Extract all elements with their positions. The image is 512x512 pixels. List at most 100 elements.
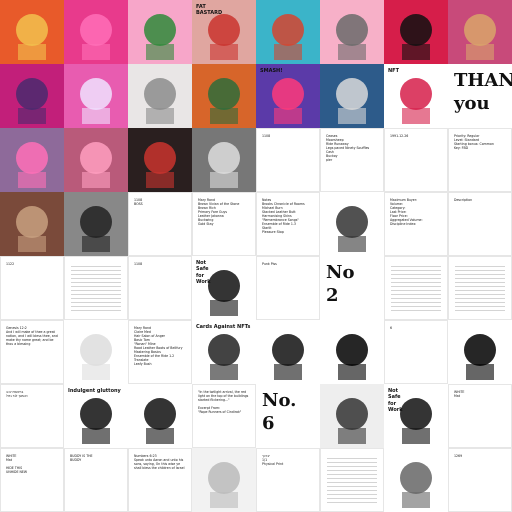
number-6-small-text: 6 [390, 326, 393, 330]
tile-pink-splash[interactable] [64, 0, 128, 64]
tile-pixel-grid-art[interactable]: Cards Against NFTs [192, 320, 256, 384]
tile-nft-heart-card[interactable]: NFT [384, 64, 448, 128]
tile-doc-1269[interactable]: 1269 [448, 448, 512, 512]
tile-white-blob[interactable] [64, 320, 128, 384]
hide-this-card-text: WHITE Mat HIDE THIS UNHIDE NEW [6, 454, 28, 474]
tile-figurine-render[interactable] [128, 64, 192, 128]
line-cat-image [144, 398, 176, 444]
toy-robot-on-pink-image [16, 14, 48, 60]
tile-date-card[interactable]: 1991.12.26 [384, 128, 448, 192]
tile-dense-text-2[interactable] [448, 256, 512, 320]
tile-circle-doodle[interactable]: Indulgent gluttony [64, 384, 128, 448]
tile-toy-robot-on-pink[interactable] [0, 0, 64, 64]
tunnel-render-image [208, 462, 240, 508]
black-teardrops-image [336, 334, 368, 380]
circle-doodle-text: Indulgent gluttony [68, 388, 121, 394]
tile-number-2[interactable]: No 2 [320, 256, 384, 320]
tile-dense-text[interactable] [384, 256, 448, 320]
tile-black-teardrops[interactable] [320, 320, 384, 384]
smash-comic-text: SMASH! [260, 68, 283, 74]
tile-smash-comic[interactable]: SMASH! [256, 64, 320, 128]
mushroom-cat-image [272, 14, 304, 60]
tile-gold-robot-helmet[interactable] [128, 128, 192, 192]
punk-pink-mohawk-image [16, 142, 48, 188]
tile-bored-ape-red[interactable] [448, 0, 512, 64]
skeleton-punk-image [336, 78, 368, 124]
tile-mushroom-cat[interactable] [256, 0, 320, 64]
tile-tunnel-render[interactable] [192, 448, 256, 512]
tile-blank-lines[interactable] [320, 448, 384, 512]
tile-squirrel-sketch[interactable] [384, 448, 448, 512]
tile-physical-print[interactable]: יברכך 1/1 Physical Print [256, 448, 320, 512]
lyrics-list-text: Mary Rand Brown Vivian of the Stone Brow… [198, 198, 240, 226]
tile-sketch-face[interactable]: Not Safe for Work [192, 256, 256, 320]
tile-ink-plant[interactable] [320, 192, 384, 256]
tile-data-table[interactable]: Maximum Buyer: Volume: Category: Last Pr… [384, 192, 448, 256]
bw-noise-ape-image [80, 206, 112, 252]
tile-lyrics-list[interactable]: Mary Rand Brown Vivian of the Stone Brow… [192, 192, 256, 256]
white-mat-card-text: WHITE Mat [454, 390, 465, 398]
tile-white-mat-card[interactable]: WHITE Mat [448, 384, 512, 448]
tile-doc-1108[interactable]: 1108 [256, 128, 320, 192]
tile-bw-lake-photo[interactable] [192, 128, 256, 192]
tile-buddy-card[interactable]: BUDDY IS THE BUDDY [64, 448, 128, 512]
tile-punk-cat-robot[interactable] [320, 0, 384, 64]
priority-card-text: Priority: Regular Level: Standard Starti… [454, 134, 494, 150]
tile-doc-lines-2[interactable] [64, 256, 128, 320]
tile-genesis-quote[interactable]: Genesis 12:2 And I will make of thee a g… [0, 320, 64, 384]
tile-thank-you-tile[interactable]: THANK you [448, 64, 512, 128]
doc-1108-text: 1108 [262, 134, 271, 138]
tile-nsfw-handwritten[interactable]: Not Safe for Work [384, 384, 448, 448]
tile-thinker-sculpture[interactable] [0, 192, 64, 256]
yin-yang-card-image [464, 334, 496, 380]
tile-pixel-cat-red-glasses[interactable] [384, 0, 448, 64]
doc-1269-text: 1269 [454, 454, 463, 458]
doc-1108-boss-text: 1108 BOSS [134, 198, 143, 206]
numbers-card-text: Numbers 6:23 Speak unto Aaron and unto h… [134, 454, 185, 470]
tile-crocodile-boxer[interactable] [128, 0, 192, 64]
nsfw-handwritten-text: Not Safe for Work [388, 388, 403, 413]
tile-punk-piss-title[interactable]: Punk Piss [256, 256, 320, 320]
pink-room-render-image [80, 142, 112, 188]
tile-twilight-quote[interactable]: "In the twilight arrival, the red light … [192, 384, 256, 448]
pink-splash-image [80, 14, 112, 60]
tile-purple-woman-portrait[interactable] [0, 64, 64, 128]
tile-priority-card[interactable]: Priority: Regular Level: Standard Starti… [448, 128, 512, 192]
tile-doc-1122-lines[interactable]: 1122 [0, 256, 64, 320]
tile-grid: FAT BASTARD SMASH! NFT THANK you 1108 Ceases … [0, 0, 512, 512]
tile-doc-list-small[interactable]: Ceases Moorsheep Ride Runaway Legs paced… [320, 128, 384, 192]
tile-number-6-big[interactable]: No. 6 [256, 384, 320, 448]
tile-yin-yang-card[interactable] [448, 320, 512, 384]
tile-doc-lines-3[interactable]: 1108 [128, 256, 192, 320]
tile-skeleton-punk[interactable] [320, 64, 384, 128]
credit-list-text: Mary Rand Claire Med Hair Salon of Anger… [134, 326, 183, 366]
gold-robot-helmet-image [144, 142, 176, 188]
tile-pink-room-render[interactable] [64, 128, 128, 192]
tile-bowler-hat-doodle[interactable] [256, 320, 320, 384]
dense-text-lines [391, 263, 441, 313]
tile-pink-panda[interactable] [64, 64, 128, 128]
thank-you-tile-text: THANK you [454, 70, 512, 114]
pale-text-card-text: Description [454, 198, 473, 202]
tile-doc-1108-boss[interactable]: 1108 BOSS [128, 192, 192, 256]
ape-sketch-image [336, 398, 368, 444]
tile-numbers-card[interactable]: Numbers 6:23 Speak unto Aaron and unto h… [128, 448, 192, 512]
tile-cowboy-hat-figure[interactable] [192, 64, 256, 128]
tile-number-6-small[interactable]: 6 [384, 320, 448, 384]
tile-hide-this-card[interactable]: WHITE Mat HIDE THIS UNHIDE NEW [0, 448, 64, 512]
tile-ape-sketch[interactable] [320, 384, 384, 448]
tile-pale-text-card[interactable]: Description [448, 192, 512, 256]
number-2-text: No 2 [326, 262, 355, 306]
physical-print-text: יברכך 1/1 Physical Print [262, 454, 284, 466]
tile-punk-pink-mohawk[interactable] [0, 128, 64, 192]
dense-text-2-lines [455, 263, 505, 313]
tile-notes-card[interactable]: Notes Brooks Chronicle of Rooms Michael … [256, 192, 320, 256]
tile-credit-list[interactable]: Mary Rand Claire Med Hair Salon of Anger… [128, 320, 192, 384]
tile-fat-bastard-boxer[interactable]: FAT BASTARD [192, 0, 256, 64]
date-card-text: 1991.12.26 [390, 134, 409, 138]
tile-hebrew-text[interactable]: בראשית יב:ב ואעשך לגוי גדול [0, 384, 64, 448]
squirrel-sketch-image [400, 462, 432, 508]
tile-bw-noise-ape[interactable] [64, 192, 128, 256]
tile-line-cat[interactable] [128, 384, 192, 448]
cowboy-hat-figure-image [208, 78, 240, 124]
